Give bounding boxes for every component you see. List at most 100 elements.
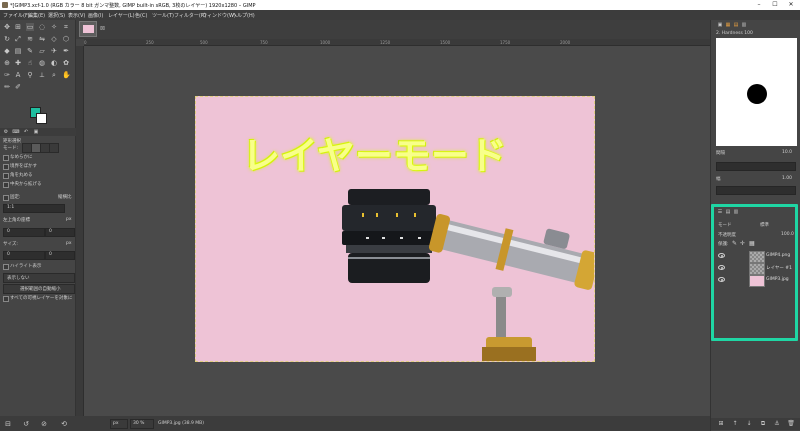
position-unit[interactable]: px	[66, 217, 72, 222]
ink-tool-icon[interactable]: ✒	[62, 47, 70, 55]
brush-spacing-value[interactable]: 10.0	[782, 150, 792, 155]
lower-layer-icon[interactable]: ↓	[745, 420, 753, 428]
blur-tool-icon[interactable]: ◍	[38, 59, 46, 67]
bucket-fill-tool-icon[interactable]: ◆	[3, 47, 11, 55]
brush-preview[interactable]	[716, 38, 797, 146]
delete-layer-icon[interactable]: 🗑	[787, 420, 795, 428]
menu-colors[interactable]: 色(C)	[135, 12, 147, 19]
warp-tool-icon[interactable]: ≋	[26, 35, 34, 43]
position-y-field[interactable]: 0	[45, 228, 75, 237]
perspective-tool-icon[interactable]: ◇	[50, 35, 58, 43]
layer-row[interactable]: レイヤー #1	[716, 262, 794, 275]
position-x-field[interactable]: 0	[3, 228, 45, 237]
reset-options-icon[interactable]: ⟲	[60, 420, 68, 428]
image-canvas[interactable]: レイヤーモード	[195, 96, 595, 362]
gradient-tool-icon[interactable]: ▤	[14, 47, 22, 55]
size-unit[interactable]: px	[66, 241, 72, 246]
horizontal-ruler[interactable]: 0 250 500 750 1000 1250 1500 1750 2000	[84, 39, 710, 46]
overlay-text-layer[interactable]: レイヤーモード	[242, 125, 507, 180]
unit-select[interactable]: px	[110, 419, 128, 429]
minimize-button[interactable]: –	[752, 0, 766, 10]
new-layer-icon[interactable]: ⊞	[717, 420, 725, 428]
pencil-tool-icon[interactable]: ✐	[14, 83, 22, 91]
brushes-tab-icon[interactable]: ▣	[716, 21, 724, 29]
ratio-field[interactable]: 1:1	[3, 204, 65, 213]
crop-tool-icon[interactable]: ⌗	[62, 23, 70, 31]
paintbrush-tool-icon[interactable]: ✎	[26, 47, 34, 55]
color-picker-tool-icon[interactable]: ⚲	[26, 71, 34, 79]
restore-options-icon[interactable]: ↺	[22, 420, 30, 428]
airbrush-tool-icon[interactable]: ✈	[50, 47, 58, 55]
anchor-layer-icon[interactable]: ⚓	[773, 420, 781, 428]
move-tool-icon[interactable]: ✥	[3, 23, 11, 31]
fuzzy-select-tool-icon[interactable]: ✧	[50, 23, 58, 31]
size-value-right[interactable]: 1.00	[782, 176, 792, 181]
menu-edit[interactable]: 編集(E)	[28, 12, 45, 19]
scale-tool-icon[interactable]: ⤢	[14, 35, 22, 43]
menu-tools[interactable]: ツール(T)	[152, 12, 174, 19]
align-tool-icon[interactable]: ⊞	[14, 23, 22, 31]
menu-windows[interactable]: ウィンドウ(W)	[202, 12, 236, 19]
layers-tab-icon[interactable]: ☰	[716, 208, 724, 216]
menu-file[interactable]: ファイル(F)	[3, 12, 30, 19]
brush-small-icon[interactable]: ✏	[3, 83, 11, 91]
patterns-tab-icon[interactable]: ▦	[724, 21, 732, 29]
paths-tab-icon[interactable]: ▥	[732, 208, 740, 216]
fonts-tab-icon[interactable]: ▤	[732, 21, 740, 29]
layer-mode-select[interactable]: 標準	[760, 222, 769, 228]
documents-tab-icon[interactable]: ▥	[740, 21, 748, 29]
close-tab-icon[interactable]: ⊠	[100, 25, 105, 32]
dodge-tool-icon[interactable]: ◐	[50, 59, 58, 67]
close-button[interactable]: ✕	[784, 0, 798, 10]
lock-position-icon[interactable]: ✛	[740, 240, 745, 247]
measure-tool-icon[interactable]: ⟂	[38, 71, 46, 79]
cage-tool-icon[interactable]: ⬡	[62, 35, 70, 43]
visibility-eye-icon[interactable]	[718, 277, 725, 282]
duplicate-layer-icon[interactable]: ⧉	[759, 420, 767, 428]
mypaint-tool-icon[interactable]: ✿	[62, 59, 70, 67]
brush-filter-field[interactable]	[716, 162, 796, 171]
size-h-field[interactable]: 0	[45, 251, 75, 260]
image-tab-thumbnail[interactable]	[79, 21, 97, 37]
guides-select[interactable]: 表示しない	[3, 273, 75, 283]
raise-layer-icon[interactable]: ↑	[731, 420, 739, 428]
maximize-button[interactable]: ☐	[768, 0, 782, 10]
delete-options-icon[interactable]: ⊘	[40, 420, 48, 428]
clone-tool-icon[interactable]: ⊕	[3, 59, 11, 67]
path-tool-icon[interactable]: ✑	[3, 71, 11, 79]
text-tool-icon[interactable]: A	[14, 71, 22, 79]
channels-tab-icon[interactable]: ▤	[724, 208, 732, 216]
smudge-tool-icon[interactable]: ☝	[26, 59, 34, 67]
highlight-checkbox[interactable]	[3, 264, 9, 270]
feather-checkbox[interactable]	[3, 164, 9, 170]
fixed-checkbox[interactable]	[3, 195, 9, 201]
lock-pixels-icon[interactable]: ✎	[732, 240, 737, 247]
visibility-eye-icon[interactable]	[718, 253, 725, 258]
expand-center-checkbox[interactable]	[3, 182, 9, 188]
background-color-swatch[interactable]	[36, 113, 47, 124]
hand-tool-icon[interactable]: ✋	[62, 71, 71, 79]
auto-shrink-button[interactable]: 選択範囲の自動縮小	[3, 284, 75, 294]
images-tab-icon[interactable]: ▣	[32, 128, 40, 136]
menu-view[interactable]: 表示(V)	[68, 12, 85, 19]
rotate-tool-icon[interactable]: ↻	[3, 35, 11, 43]
dynamics-field[interactable]	[716, 186, 796, 195]
zoom-select[interactable]: 30 %	[130, 419, 154, 429]
menu-image[interactable]: 画像(I)	[88, 12, 103, 19]
save-options-icon[interactable]: ⊟	[4, 420, 12, 428]
rect-select-tool-icon[interactable]: ▭	[26, 23, 34, 31]
flip-tool-icon[interactable]: ⇋	[38, 35, 46, 43]
device-status-tab-icon[interactable]: ⌨	[12, 128, 20, 136]
visibility-eye-icon[interactable]	[718, 265, 725, 270]
eraser-tool-icon[interactable]: ▱	[38, 47, 46, 55]
menu-help[interactable]: ヘルプ(H)	[232, 12, 255, 19]
vertical-ruler[interactable]	[76, 46, 84, 416]
opacity-value[interactable]: 100.0	[781, 232, 794, 237]
lock-alpha-icon[interactable]: ▦	[749, 240, 755, 247]
fixed-mode-select[interactable]: 縦横比	[58, 194, 72, 200]
layer-row[interactable]: GIMP3.jpg	[716, 274, 794, 287]
antialias-checkbox[interactable]	[3, 155, 9, 161]
zoom-tool-icon[interactable]: ⌕	[50, 71, 58, 79]
size-w-field[interactable]: 0	[3, 251, 45, 260]
rounded-corners-checkbox[interactable]	[3, 173, 9, 179]
